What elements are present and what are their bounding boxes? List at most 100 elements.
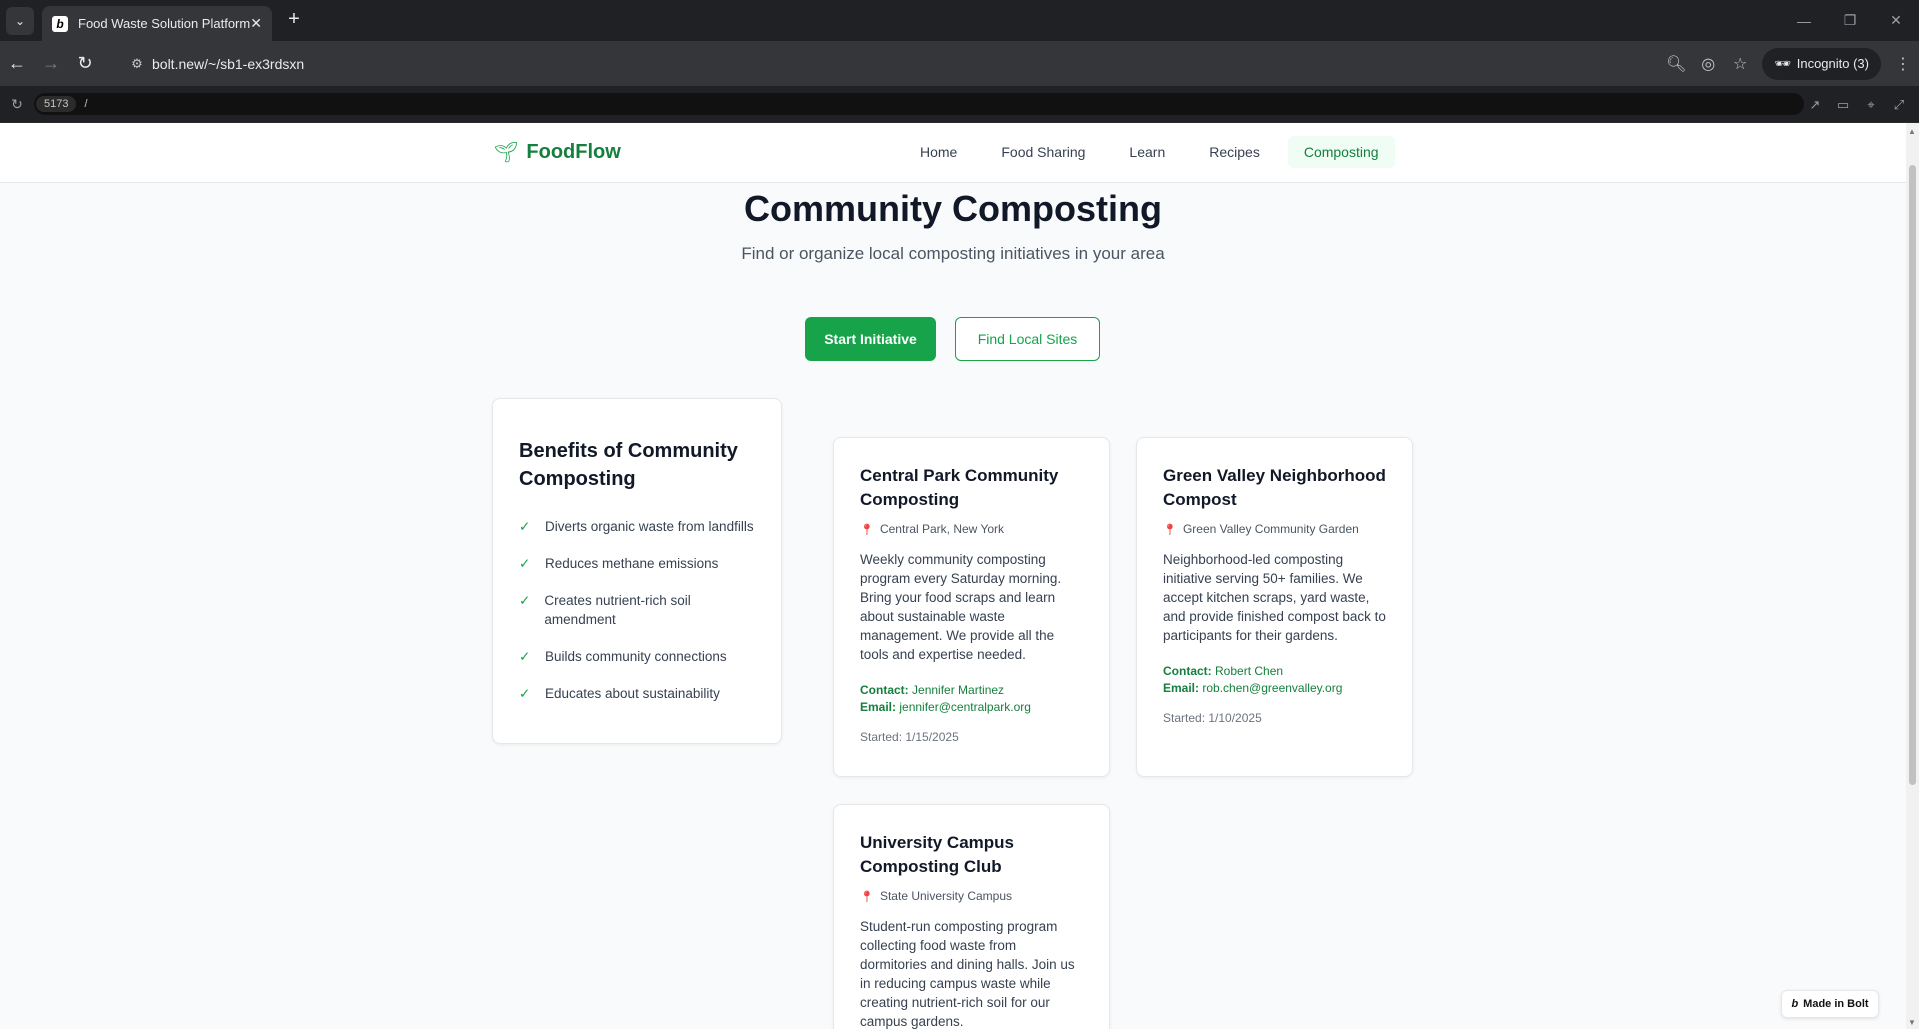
badge-label: Made in Bolt xyxy=(1803,998,1869,1010)
nav-link-learn[interactable]: Learn xyxy=(1113,136,1181,168)
preview-actions: ↗ ▭ ⌖ ⤢ xyxy=(1801,86,1913,123)
benefit-text: Diverts organic waste from landfills xyxy=(545,519,754,534)
star-icon[interactable]: ☆ xyxy=(1724,54,1756,74)
check-icon: ✓ xyxy=(519,686,531,701)
email-link[interactable]: rob.chen@greenvalley.org xyxy=(1202,681,1342,695)
page-viewport: 🌱︎ FoodFlow Home Food Sharing Learn Reci… xyxy=(0,123,1906,1029)
benefit-item: ✓ Builds community connections xyxy=(519,647,755,666)
pin-icon: 📍︎ xyxy=(860,523,874,536)
contact-label: Contact: xyxy=(1163,664,1212,678)
benefit-item: ✓ Educates about sustainability xyxy=(519,684,755,703)
reload-icon[interactable]: ↻ xyxy=(68,47,102,81)
menu-icon[interactable]: ⋮ xyxy=(1887,54,1919,74)
preview-bar: ↻ 5173 / ↗ ▭ ⌖ ⤢ xyxy=(0,86,1919,123)
address-text: bolt.new/~/sb1-ex3rdsxn xyxy=(152,56,305,72)
composting-site-card[interactable]: Central Park Community Composting 📍︎ Cen… xyxy=(833,437,1110,777)
new-tab-icon[interactable]: + xyxy=(282,8,306,31)
scrollbar-thumb[interactable] xyxy=(1909,165,1916,785)
email-label: Email: xyxy=(860,700,897,714)
window-controls: — ❐ ✕ xyxy=(1781,0,1919,41)
preview-path: / xyxy=(84,98,88,110)
preview-reload-icon[interactable]: ↻ xyxy=(0,96,34,113)
scroll-up-icon[interactable]: ▲ xyxy=(1908,127,1916,136)
check-icon: ✓ xyxy=(519,649,531,664)
site-info-icon[interactable]: ⚙ xyxy=(122,56,152,72)
brand-logo[interactable]: 🌱︎ FoodFlow xyxy=(493,140,621,165)
nav-link-recipes[interactable]: Recipes xyxy=(1193,136,1276,168)
find-local-sites-button[interactable]: Find Local Sites xyxy=(955,317,1100,361)
site-started: Started: 1/15/2025 xyxy=(860,730,959,744)
back-icon[interactable]: ← xyxy=(0,47,34,81)
benefit-item: ✓ Reduces methane emissions xyxy=(519,554,755,573)
contact-name: Robert Chen xyxy=(1215,664,1284,678)
site-email: Email: rob.chen@greenvalley.org xyxy=(1163,680,1386,697)
incognito-label: Incognito (3) xyxy=(1796,56,1869,71)
site-started: Started: 1/10/2025 xyxy=(1163,711,1262,725)
open-external-icon[interactable]: ↗ xyxy=(1801,97,1829,113)
pin-icon: 📍︎ xyxy=(860,890,874,903)
page-title: Community Composting xyxy=(744,188,1162,229)
check-icon: ✓ xyxy=(519,519,531,534)
site-title: Central Park Community Composting xyxy=(860,466,1059,509)
check-icon: ✓ xyxy=(519,593,531,608)
benefits-card: Benefits of Community Composting ✓ Diver… xyxy=(492,398,782,744)
browser-tabbar: ⌄ b Food Waste Solution Platform ✕ + — ❐… xyxy=(0,0,1919,41)
site-description: Neighborhood-led composting initiative s… xyxy=(1163,552,1386,643)
seedling-icon: 🌱︎ xyxy=(493,142,519,164)
zoom-icon[interactable]: 🔍︎ xyxy=(1660,54,1692,74)
browser-tab[interactable]: b Food Waste Solution Platform ✕ xyxy=(42,6,272,41)
inspect-icon[interactable]: ⌖ xyxy=(1857,97,1885,113)
benefits-title: Benefits of Community Composting xyxy=(519,440,738,490)
benefit-text: Builds community connections xyxy=(545,649,727,664)
restore-icon[interactable]: ❐ xyxy=(1827,0,1873,41)
benefit-text: Creates nutrient-rich soil amendment xyxy=(544,593,691,627)
incognito-icon: 🕶︎ xyxy=(1774,55,1791,71)
tab-close-icon[interactable]: ✕ xyxy=(250,15,262,32)
benefit-text: Reduces methane emissions xyxy=(545,556,719,571)
nav-link-home[interactable]: Home xyxy=(904,136,973,168)
bolt-favicon-icon: b xyxy=(52,15,68,32)
site-contact: Contact: Jennifer Martinez xyxy=(860,682,1083,699)
preview-url-field[interactable]: 5173 / xyxy=(34,93,1804,115)
window-close-icon[interactable]: ✕ xyxy=(1873,0,1919,41)
site-location: 📍︎ Green Valley Community Garden xyxy=(1163,522,1386,536)
tab-search-icon[interactable]: ⌄ xyxy=(6,6,34,35)
site-location-text: State University Campus xyxy=(879,889,1013,903)
incognito-badge[interactable]: 🕶︎ Incognito (3) xyxy=(1762,47,1881,80)
page-subtitle: Find or organize local composting initia… xyxy=(741,244,1165,263)
made-in-bolt-badge[interactable]: b Made in Bolt xyxy=(1781,990,1879,1018)
email-link[interactable]: jennifer@centralpark.org xyxy=(899,700,1031,714)
pin-icon: 📍︎ xyxy=(1163,523,1177,536)
site-location-text: Central Park, New York xyxy=(879,522,1005,536)
brand-name: FoodFlow xyxy=(526,141,621,163)
site-contact: Contact: Robert Chen xyxy=(1163,663,1386,680)
benefit-text: Educates about sustainability xyxy=(545,686,720,701)
site-description: Student-run composting program collectin… xyxy=(860,919,1075,1029)
site-title: University Campus Composting Club xyxy=(860,833,1014,876)
contact-name: Jennifer Martinez xyxy=(912,683,1005,697)
fullscreen-icon[interactable]: ⤢ xyxy=(1885,97,1913,113)
benefit-item: ✓ Diverts organic waste from landfills xyxy=(519,517,755,536)
site-navbar: 🌱︎ FoodFlow Home Food Sharing Learn Reci… xyxy=(0,123,1906,183)
page-scrollbar[interactable]: ▲ ▼ xyxy=(1906,123,1919,1029)
tab-title: Food Waste Solution Platform xyxy=(78,16,251,31)
contact-label: Contact: xyxy=(860,683,909,697)
nav-link-composting[interactable]: Composting xyxy=(1287,136,1395,168)
nav-links: Home Food Sharing Learn Recipes Composti… xyxy=(904,136,1403,168)
benefit-item: ✓ Creates nutrient-rich soil amendment xyxy=(519,591,755,629)
check-icon: ✓ xyxy=(519,556,531,571)
composting-site-card[interactable]: University Campus Composting Club 📍︎ Sta… xyxy=(833,804,1110,1029)
toolbar-right: 🔍︎ ◎ ☆ 🕶︎ Incognito (3) ⋮ xyxy=(1660,41,1919,86)
eye-off-icon[interactable]: ◎ xyxy=(1692,54,1724,74)
devices-icon[interactable]: ▭ xyxy=(1829,97,1857,113)
composting-site-card[interactable]: Green Valley Neighborhood Compost 📍︎ Gre… xyxy=(1136,437,1413,777)
nav-link-food-sharing[interactable]: Food Sharing xyxy=(985,136,1101,168)
site-location: 📍︎ State University Campus xyxy=(860,889,1083,903)
minimize-icon[interactable]: — xyxy=(1781,0,1827,41)
site-title: Green Valley Neighborhood Compost xyxy=(1163,466,1386,509)
start-initiative-button[interactable]: Start Initiative xyxy=(805,317,936,361)
forward-icon[interactable]: → xyxy=(34,47,68,81)
address-bar[interactable]: ⚙ bolt.new/~/sb1-ex3rdsxn xyxy=(122,47,1762,81)
scroll-down-icon[interactable]: ▼ xyxy=(1908,1018,1916,1027)
site-email: Email: jennifer@centralpark.org xyxy=(860,699,1083,716)
